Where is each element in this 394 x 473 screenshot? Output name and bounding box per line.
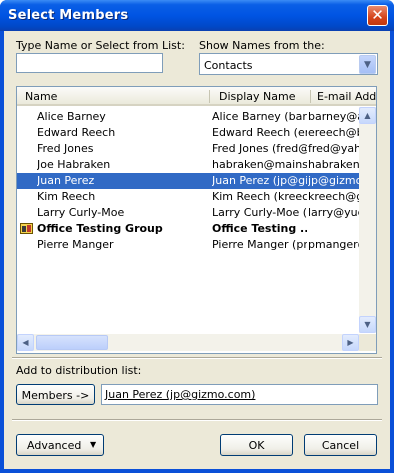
scroll-up-icon[interactable]: ▲ [359,107,376,124]
cell-email: kreech@gi... [308,190,359,203]
select-members-window: Select Members ✕ Type Name or Select fro… [0,0,394,473]
cell-name: Kim Reech [37,190,96,203]
title-bar[interactable]: Select Members ✕ [0,0,394,31]
column-header-email[interactable]: E-mail Address [317,90,376,103]
cell-display-name: habraken@mainst... [212,158,307,171]
dialog-body: Type Name or Select from List: Show Name… [4,31,390,469]
divider [12,357,382,359]
advanced-button[interactable]: Advanced ▼ [16,434,104,456]
address-book-label: Show Names from the: [199,39,325,52]
list-item[interactable]: Office Testing Group Office Testing ... [17,221,359,237]
advanced-button-label: Advanced [27,439,82,452]
members-button[interactable]: Members -> [16,384,95,405]
horizontal-scrollbar[interactable]: ◀ ▶ [17,334,359,351]
cell-display-name: Larry Curly-Moe (lar... [212,206,307,219]
cell-display-name: Fred Jones (fred@yaho... [212,142,307,155]
cell-display-name: Edward Reech (ereech@... [212,126,307,139]
close-icon[interactable]: ✕ [367,5,388,26]
scrollbar-corner [359,334,376,351]
search-label: Type Name or Select from List: [16,39,185,52]
cell-email: pmanger@... [308,238,359,251]
cell-display-name: Juan Perez (jp@gizmo... [212,174,307,187]
column-header-display-name[interactable]: Display Name [219,90,309,103]
cell-display-name: Alice Barney (barney@... [212,110,307,123]
ok-button-label: OK [248,439,265,452]
cell-display-name: Pierre Manger (pm... [212,238,307,251]
chevron-down-icon: ▼ [90,440,97,449]
cell-display-name: Kim Reech (kreech@... [212,190,307,203]
cell-email: fred@yahoo... [308,142,359,155]
vertical-scrollbar[interactable]: ▲ ▼ [359,107,376,333]
cell-name: Office Testing Group [37,222,163,235]
cell-name: Alice Barney [37,110,106,123]
divider [12,419,382,421]
list-item[interactable]: Pierre Manger Pierre Manger (pm...pmanger… [17,237,359,253]
list-header: Name Display Name E-mail Address [17,87,376,106]
scroll-left-icon[interactable]: ◀ [17,334,34,351]
cancel-button[interactable]: Cancel [304,434,377,456]
cell-name: Joe Habraken [37,158,111,171]
horizontal-scroll-thumb[interactable] [36,335,108,350]
cell-email: ereech@bo... [308,126,359,139]
list-item[interactable]: Alice Barney Alice Barney (barney@...barn… [17,109,359,125]
cell-name: Larry Curly-Moe [37,206,125,219]
cell-email: jp@gizmo... [308,174,359,187]
cancel-button-label: Cancel [321,439,360,452]
distribution-field[interactable]: Juan Perez (jp@gizmo.com) [101,384,378,405]
address-book-value: Contacts [204,59,253,72]
column-divider[interactable] [310,90,311,103]
cell-email: barney@al... [308,110,359,123]
cell-name: Pierre Manger [37,238,114,251]
list-item[interactable]: Joe Habraken habraken@mainst...habraken@.… [17,157,359,173]
cell-email: habraken@... [308,158,359,171]
scroll-right-icon[interactable]: ▶ [342,334,359,351]
list-item[interactable]: Edward Reech Edward Reech (ereech@...eree… [17,125,359,141]
ok-button[interactable]: OK [220,434,293,456]
members-list[interactable]: Name Display Name E-mail Address Alice B… [16,86,377,354]
distribution-value[interactable]: Juan Perez (jp@gizmo.com) [105,388,255,401]
distribution-label: Add to distribution list: [16,364,142,377]
column-divider[interactable] [209,90,210,103]
column-header-name[interactable]: Name [25,90,205,103]
cell-name: Edward Reech [37,126,116,139]
list-item[interactable]: Fred Jones Fred Jones (fred@yaho...fred@y… [17,141,359,157]
cell-email: larry@yuck... [308,206,359,219]
scroll-down-icon[interactable]: ▼ [359,316,376,333]
list-item[interactable]: Kim Reech Kim Reech (kreech@...kreech@gi.… [17,189,359,205]
group-icon [20,223,33,234]
address-book-dropdown[interactable]: Contacts ▼ [199,53,378,75]
list-item[interactable]: Juan Perez Juan Perez (jp@gizmo...jp@gizm… [17,173,359,189]
search-input[interactable] [16,53,163,73]
cell-display-name: Office Testing ... [212,222,307,235]
members-button-label: Members -> [21,389,90,402]
cell-name: Fred Jones [37,142,94,155]
list-item[interactable]: Larry Curly-Moe Larry Curly-Moe (lar...la… [17,205,359,221]
cell-name: Juan Perez [37,174,95,187]
window-title: Select Members [8,8,129,23]
dropdown-arrow-icon[interactable]: ▼ [359,55,376,74]
